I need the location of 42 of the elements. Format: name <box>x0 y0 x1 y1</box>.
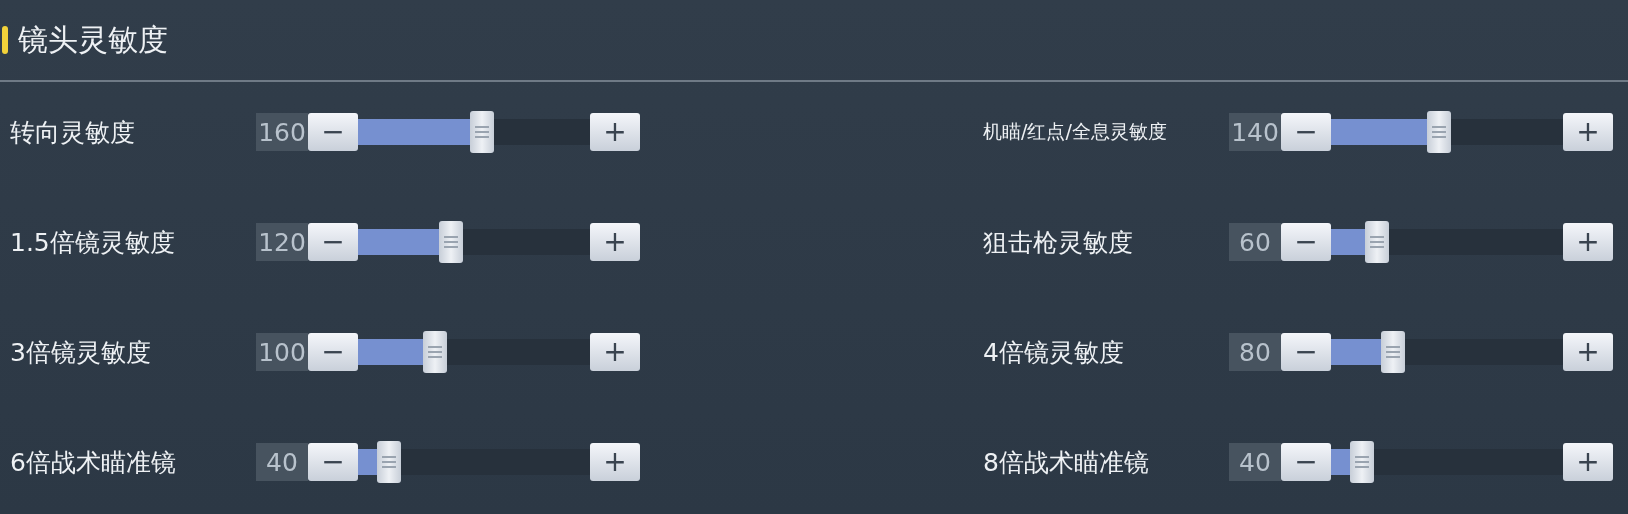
increase-button[interactable]: + <box>1563 113 1613 151</box>
increase-button[interactable]: + <box>590 113 640 151</box>
increase-button[interactable]: + <box>1563 223 1613 261</box>
decrease-button[interactable]: − <box>1281 113 1331 151</box>
decrease-button[interactable]: − <box>1281 443 1331 481</box>
decrease-button[interactable]: − <box>1281 223 1331 261</box>
increase-button[interactable]: + <box>1563 443 1613 481</box>
value-display: 160 <box>256 113 308 151</box>
increase-button[interactable]: + <box>590 333 640 371</box>
slider-thumb[interactable] <box>1365 221 1390 263</box>
value-display: 60 <box>1229 223 1281 261</box>
slider-thumb[interactable] <box>1380 331 1405 373</box>
decrease-button[interactable]: − <box>1281 333 1331 371</box>
section-accent-bar <box>2 26 8 54</box>
slider-thumb[interactable] <box>376 441 401 483</box>
increase-button[interactable]: + <box>590 223 640 261</box>
decrease-button[interactable]: − <box>308 223 358 261</box>
setting-label: 狙击枪灵敏度 <box>983 226 1134 259</box>
decrease-button[interactable]: − <box>308 443 358 481</box>
value-display: 100 <box>256 333 308 371</box>
value-display: 80 <box>1229 333 1281 371</box>
setting-label: 机瞄/红点/全息灵敏度 <box>983 119 1168 144</box>
value-display: 140 <box>1229 113 1281 151</box>
decrease-button[interactable]: − <box>308 113 358 151</box>
slider-thumb[interactable] <box>423 331 448 373</box>
setting-label: 6倍战术瞄准镜 <box>10 446 177 479</box>
slider-thumb[interactable] <box>1427 111 1452 153</box>
slider-thumb[interactable] <box>469 111 494 153</box>
value-display: 120 <box>256 223 308 261</box>
value-display: 40 <box>1229 443 1281 481</box>
decrease-button[interactable]: − <box>308 333 358 371</box>
value-display: 40 <box>256 443 308 481</box>
slider-thumb[interactable] <box>1349 441 1374 483</box>
setting-label: 4倍镜灵敏度 <box>983 336 1125 369</box>
setting-label: 3倍镜灵敏度 <box>10 336 152 369</box>
setting-label: 转向灵敏度 <box>10 116 136 149</box>
increase-button[interactable]: + <box>590 443 640 481</box>
increase-button[interactable]: + <box>1563 333 1613 371</box>
setting-label: 1.5倍镜灵敏度 <box>10 226 176 259</box>
section-title: 镜头灵敏度 <box>18 20 168 59</box>
setting-label: 8倍战术瞄准镜 <box>983 446 1150 479</box>
slider-thumb[interactable] <box>438 221 463 263</box>
